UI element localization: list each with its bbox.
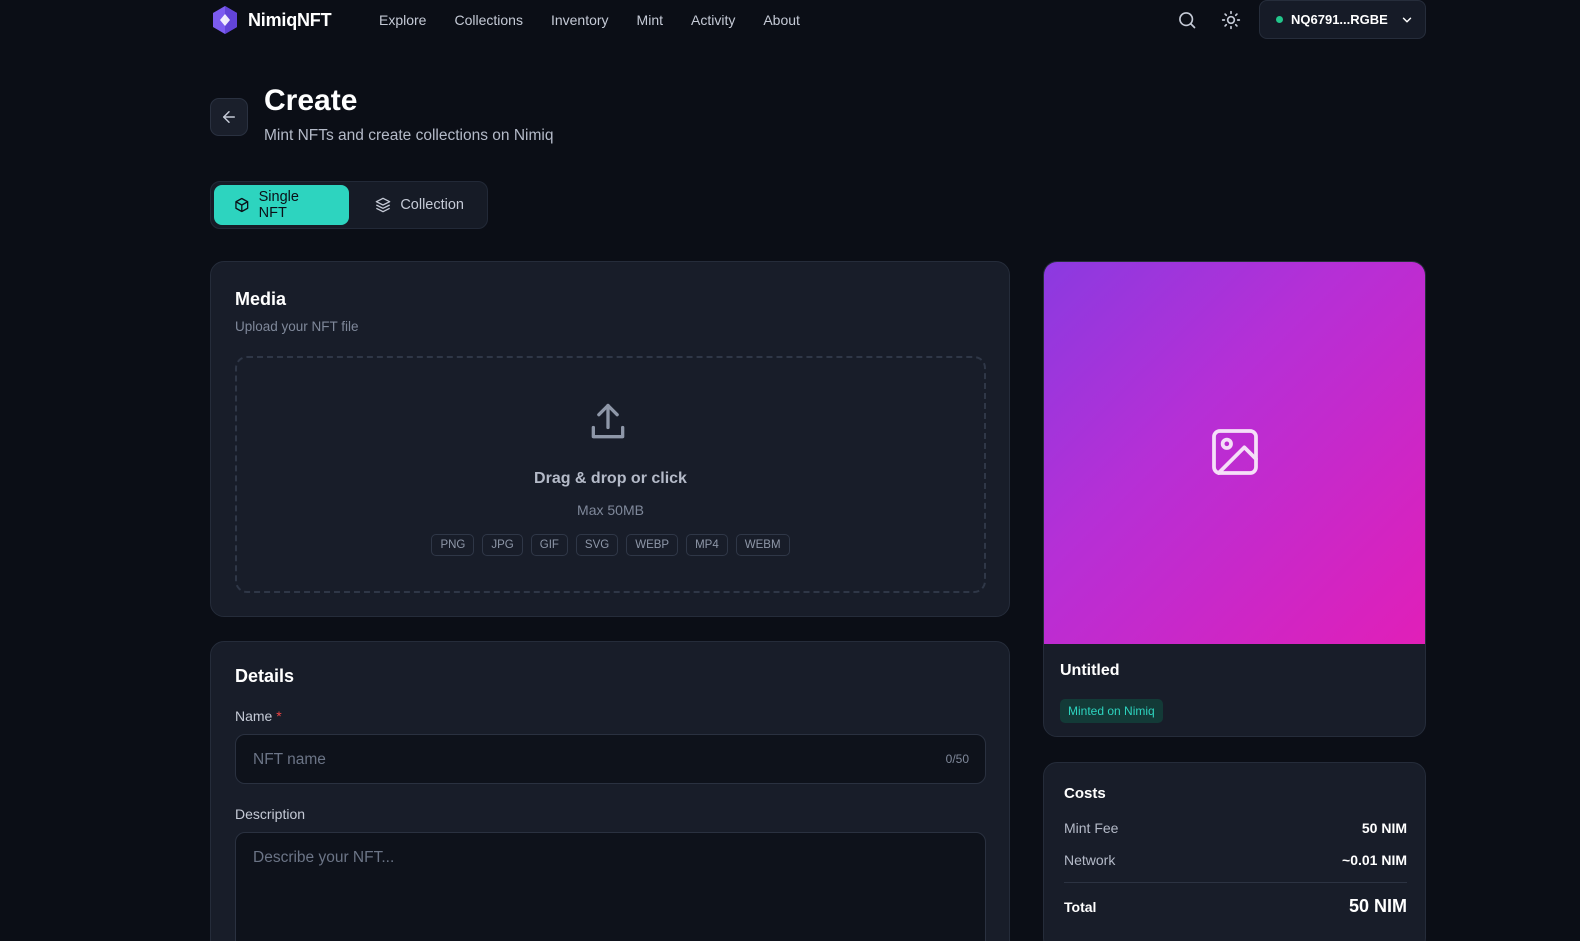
brand[interactable]: NimiqNFT bbox=[211, 5, 332, 35]
search-button[interactable] bbox=[1175, 8, 1199, 32]
nav-link-explore[interactable]: Explore bbox=[379, 12, 426, 28]
media-card: Media Upload your NFT file Drag & drop o… bbox=[210, 261, 1010, 617]
format-badge: SVG bbox=[575, 534, 619, 556]
image-icon bbox=[1212, 429, 1258, 475]
description-label: Description bbox=[235, 806, 306, 822]
hexagon-logo-icon bbox=[213, 6, 237, 34]
cost-row-total: Total 50 NIM bbox=[1064, 896, 1407, 917]
total-label: Total bbox=[1064, 898, 1097, 915]
tab-single-nft[interactable]: Single NFT bbox=[214, 185, 350, 225]
name-char-counter: 0/50 bbox=[945, 752, 969, 766]
upload-dropzone[interactable]: Drag & drop or click Max 50MB PNG JPG GI… bbox=[235, 356, 986, 593]
name-placeholder: NFT name bbox=[253, 751, 326, 768]
upload-icon bbox=[591, 403, 625, 439]
description-textarea[interactable]: Describe your NFT... bbox=[235, 832, 986, 941]
cost-value: ~0.01 NIM bbox=[1342, 852, 1407, 868]
name-label-text: Name bbox=[235, 708, 273, 724]
details-card: Details Name * NFT name 0/50 Description… bbox=[210, 641, 1010, 941]
details-title: Details bbox=[235, 666, 295, 686]
wallet-address: NQ6791...RGBE bbox=[1291, 12, 1388, 27]
search-icon bbox=[1179, 12, 1196, 29]
costs-card: Costs Mint Fee 50 NIM Network ~0.01 NIM … bbox=[1043, 762, 1426, 941]
tab-single-nft-label: Single NFT bbox=[258, 189, 299, 221]
tab-collection-label: Collection bbox=[400, 197, 464, 213]
format-badge: MP4 bbox=[686, 534, 728, 556]
cube-icon bbox=[235, 197, 249, 213]
layers-icon bbox=[375, 197, 391, 213]
format-badge: WEBM bbox=[735, 534, 790, 556]
format-badge: GIF bbox=[530, 534, 568, 556]
name-input[interactable]: NFT name 0/50 bbox=[235, 734, 986, 784]
format-list: PNG JPG GIF SVG WEBP MP4 WEBM bbox=[237, 534, 984, 556]
total-value: 50 NIM bbox=[1348, 896, 1407, 916]
chevron-down-icon bbox=[1402, 17, 1412, 22]
top-nav: NimiqNFT Explore Collections Inventory M… bbox=[0, 0, 1580, 40]
sun-icon bbox=[1221, 10, 1241, 30]
page-subtitle: Mint NFTs and create collections on Nimi… bbox=[264, 127, 554, 144]
cost-label: Mint Fee bbox=[1064, 820, 1119, 836]
arrow-left-icon bbox=[223, 111, 235, 123]
nav-link-about[interactable]: About bbox=[763, 12, 800, 28]
minted-badge: Minted on Nimiq bbox=[1060, 699, 1163, 723]
wallet-button[interactable]: NQ6791...RGBE bbox=[1259, 0, 1426, 39]
nft-preview-card: Untitled Minted on Nimiq bbox=[1043, 261, 1426, 737]
nav-link-activity[interactable]: Activity bbox=[691, 12, 735, 28]
format-badge: WEBP bbox=[626, 534, 679, 556]
cost-row-network: Network ~0.01 NIM bbox=[1064, 852, 1407, 868]
page-title: Create bbox=[264, 84, 358, 117]
tab-collection[interactable]: Collection bbox=[355, 185, 484, 225]
nav-link-mint[interactable]: Mint bbox=[637, 12, 663, 28]
drop-text: Drag & drop or click bbox=[534, 470, 687, 487]
nav-link-inventory[interactable]: Inventory bbox=[551, 12, 609, 28]
back-button[interactable] bbox=[210, 98, 248, 136]
preview-name: Untitled bbox=[1060, 662, 1120, 679]
format-badge: JPG bbox=[482, 534, 523, 556]
max-size-text: Max 50MB bbox=[577, 502, 644, 518]
media-title: Media bbox=[235, 289, 287, 309]
nav-links: Explore Collections Inventory Mint Activ… bbox=[379, 12, 828, 28]
theme-toggle-button[interactable] bbox=[1219, 8, 1243, 32]
format-badge: PNG bbox=[431, 534, 475, 556]
costs-divider bbox=[1064, 882, 1407, 883]
cost-label: Network bbox=[1064, 852, 1116, 868]
description-placeholder: Describe your NFT... bbox=[253, 849, 395, 866]
nav-link-collections[interactable]: Collections bbox=[454, 12, 522, 28]
brand-name: NimiqNFT bbox=[248, 9, 332, 30]
mode-tabs: Single NFT Collection bbox=[210, 181, 488, 229]
wallet-status-dot bbox=[1276, 16, 1283, 23]
cost-row-mint-fee: Mint Fee 50 NIM bbox=[1064, 820, 1407, 836]
name-label: Name * bbox=[235, 708, 282, 724]
media-subtitle: Upload your NFT file bbox=[235, 319, 359, 334]
costs-title: Costs bbox=[1064, 785, 1106, 802]
cost-value: 50 NIM bbox=[1361, 820, 1407, 836]
preview-image bbox=[1044, 262, 1425, 644]
required-mark: * bbox=[276, 708, 282, 724]
